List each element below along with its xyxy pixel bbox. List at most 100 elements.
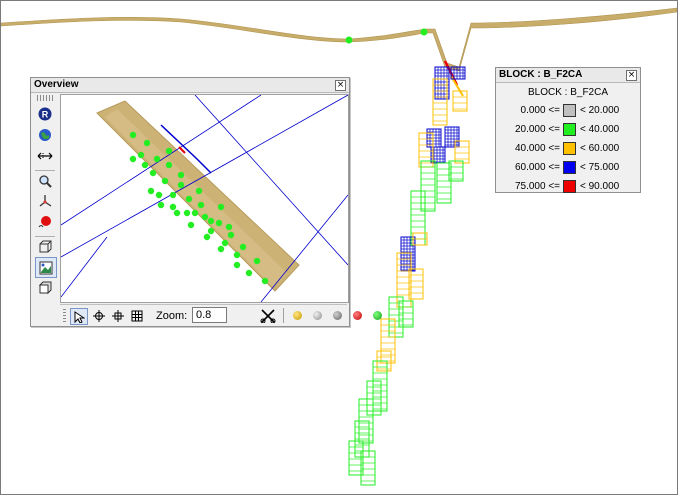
overview-drillhole-point	[221, 239, 229, 247]
overview-drillhole-point	[173, 209, 181, 217]
legend-swatch	[563, 104, 576, 117]
overview-drillhole-point	[245, 269, 253, 277]
overview-drillhole-point	[177, 171, 185, 179]
model-block-column	[372, 360, 388, 412]
3d-viewport[interactable]: Overview × R Zoom: 0.8 BLOCK: B_F2CA × …	[0, 0, 678, 495]
legend-row-low: 60.000 <=	[514, 162, 560, 173]
model-block-column	[420, 160, 436, 212]
model-block-column	[366, 380, 382, 416]
overview-drillhole-point	[203, 233, 211, 241]
overview-drillhole-point	[165, 161, 173, 169]
bottom-grip[interactable]	[63, 309, 66, 323]
red-ball-icon[interactable]	[353, 311, 362, 320]
legend-swatch	[563, 142, 576, 155]
scissors-icon[interactable]	[259, 308, 277, 323]
toolbar-separator	[283, 308, 284, 323]
legend-row-high: < 75.000	[580, 162, 620, 173]
overview-drillhole-point	[157, 201, 165, 209]
legend-row-low: 40.000 <=	[514, 143, 560, 154]
overview-drillhole-point	[253, 257, 261, 265]
overview-drillhole-point	[195, 187, 203, 195]
pan-arrows-icon[interactable]	[35, 146, 55, 165]
overview-drillhole-point	[137, 151, 145, 159]
legend-row-low: 20.000 <=	[514, 124, 560, 135]
overview-drillhole-point	[169, 191, 177, 199]
legend-row-high: < 90.000	[580, 181, 620, 192]
overview-drillhole-point	[233, 261, 241, 269]
box-solid-icon[interactable]	[35, 278, 55, 297]
overview-map-graphic[interactable]	[61, 95, 348, 302]
overview-drillhole-point	[169, 203, 177, 211]
overview-drillhole-point	[197, 201, 205, 209]
legend-swatch	[563, 123, 576, 136]
rotate-icon[interactable]: R	[35, 104, 55, 123]
model-block-column	[426, 128, 442, 148]
zoom-label: Zoom:	[156, 310, 188, 322]
overview-drillhole-point	[165, 147, 173, 155]
drillhole-collar-marker	[420, 28, 428, 36]
overview-drillhole-point	[207, 227, 215, 235]
overview-side-toolbar: R	[32, 94, 58, 304]
model-block-column	[380, 318, 396, 364]
overview-bottom-toolbar: Zoom:	[60, 304, 382, 325]
zoom-input[interactable]	[192, 307, 227, 323]
drillhole-collar-marker	[345, 36, 353, 44]
overview-drillhole-point	[217, 245, 225, 253]
legend-row-high: < 60.000	[580, 143, 620, 154]
overview-drillhole-point	[261, 277, 269, 285]
overview-drillhole-point	[155, 191, 163, 199]
select-arrow-icon[interactable]	[70, 308, 88, 325]
model-block-column	[452, 90, 468, 112]
overview-map[interactable]	[60, 94, 349, 303]
overview-drillhole-point	[147, 187, 155, 195]
overview-title: Overview	[34, 79, 79, 90]
legend-swatch	[563, 180, 576, 193]
overview-drillhole-point	[183, 209, 191, 217]
overview-drillhole-point	[177, 181, 185, 189]
legend-row: 0.000 <= < 20.000	[496, 104, 640, 118]
legend-row-low: 75.000 <=	[514, 181, 560, 192]
legend-close-button[interactable]: ×	[626, 70, 637, 81]
axis-icon[interactable]	[35, 191, 55, 210]
overview-drillhole-point	[225, 223, 233, 231]
overview-drillhole-point	[153, 155, 161, 163]
legend-window[interactable]: BLOCK : B_F2CA × BLOCK : B_F2CA 0.000 <=…	[495, 67, 641, 193]
target-icon[interactable]	[110, 308, 126, 323]
crosshair-icon[interactable]	[91, 308, 107, 323]
overview-drillhole-point	[129, 131, 137, 139]
gray-ball-icon[interactable]	[313, 311, 322, 320]
globe-icon[interactable]	[35, 125, 55, 144]
legend-row: 60.000 <= < 75.000	[496, 161, 640, 175]
legend-swatch	[563, 161, 576, 174]
model-block-column	[354, 420, 370, 458]
dark-gray-ball-icon[interactable]	[333, 311, 342, 320]
legend-row-high: < 40.000	[580, 124, 620, 135]
overview-drillhole-point	[217, 203, 225, 211]
legend-row-high: < 20.000	[580, 105, 620, 116]
light-icon[interactable]	[35, 212, 55, 231]
overview-drillhole-point	[185, 195, 193, 203]
overview-titlebar[interactable]: Overview ×	[31, 78, 349, 93]
overview-drillhole-point	[233, 251, 241, 259]
topography-surface	[1, 7, 677, 72]
overview-drillhole-point	[161, 177, 169, 185]
magnifier-icon[interactable]	[35, 170, 55, 190]
toolbar-grip[interactable]	[37, 95, 53, 101]
overview-drillhole-point	[227, 231, 235, 239]
overview-drillhole-point	[191, 209, 199, 217]
legend-row: 75.000 <= < 90.000	[496, 180, 640, 194]
overview-window[interactable]: Overview × R Zoom: 0.8	[30, 77, 382, 327]
green-ball-icon[interactable]	[373, 311, 382, 320]
grid-icon[interactable]	[129, 308, 145, 323]
overview-drillhole-point	[141, 161, 149, 169]
overview-drillhole-point	[239, 243, 247, 251]
overview-drillhole-point	[129, 155, 137, 163]
overview-drillhole-point	[149, 169, 157, 177]
legend-titlebar[interactable]: BLOCK : B_F2CA ×	[496, 68, 640, 83]
legend-subtitle: BLOCK : B_F2CA	[527, 87, 609, 98]
yellow-ball-icon[interactable]	[293, 311, 302, 320]
box-wire-icon[interactable]	[35, 236, 55, 256]
legend-title: BLOCK : B_F2CA	[499, 69, 583, 80]
overview-close-button[interactable]: ×	[335, 80, 346, 91]
image-view-icon[interactable]	[35, 257, 57, 278]
